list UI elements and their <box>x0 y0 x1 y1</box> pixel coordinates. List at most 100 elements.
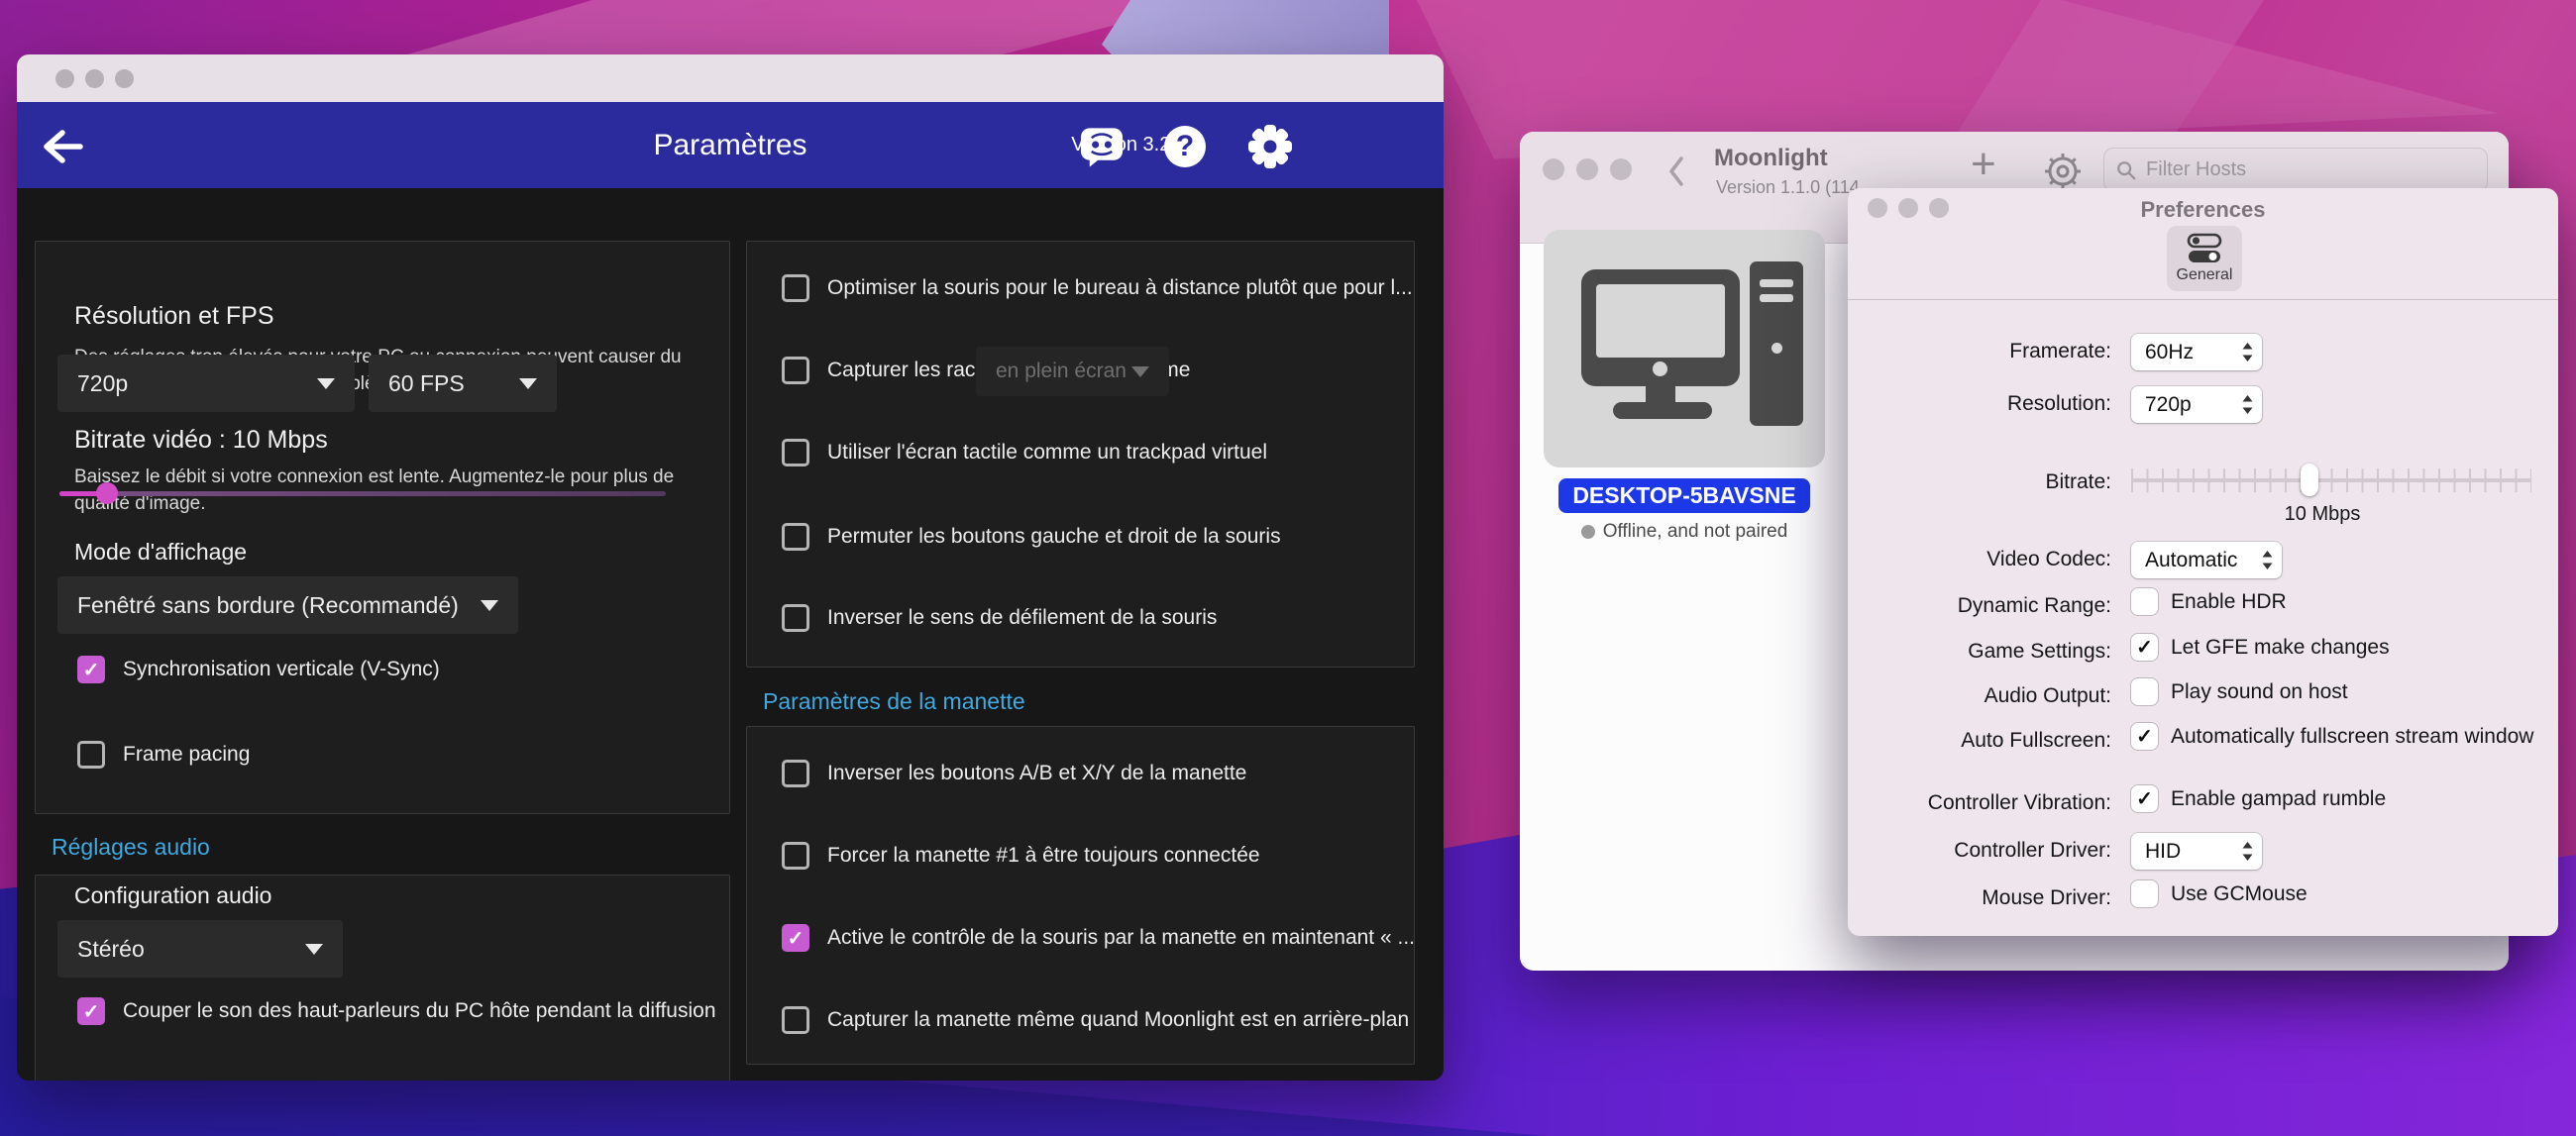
vsync-row[interactable]: Synchronisation verticale (V-Sync) <box>77 656 440 683</box>
bitrate-value-label: 10 Mbps <box>2253 503 2392 526</box>
input-row-0[interactable]: Optimiser la souris pour le bureau à dis… <box>782 274 1413 302</box>
controller-driver-label: Controller Driver: <box>1848 839 2111 863</box>
input-row-4[interactable]: Inverser le sens de défilement de la sou… <box>782 604 1217 632</box>
resolution-dropdown[interactable]: 720p <box>57 355 355 412</box>
frame-pacing-checkbox[interactable] <box>77 741 105 769</box>
settings-gear-button[interactable] <box>1247 124 1293 169</box>
auto-fullscreen-label: Auto Fullscreen: <box>1848 729 2111 753</box>
discord-button[interactable] <box>1079 124 1125 169</box>
mute-host-checkbox[interactable] <box>77 997 105 1025</box>
section-title-audio: Réglages audio <box>52 834 210 861</box>
optimize-mouse-checkbox[interactable] <box>782 274 809 302</box>
audio-config-dropdown[interactable]: Stéréo <box>57 920 343 978</box>
audio-output-row[interactable]: Play sound on host <box>2131 678 2348 705</box>
game-settings-label: Game Settings: <box>1848 640 2111 664</box>
mute-host-row[interactable]: Couper le son des haut-parleurs du PC hô… <box>77 997 716 1025</box>
frame-pacing-label: Frame pacing <box>123 743 250 767</box>
auto-fullscreen-checkbox[interactable] <box>2131 723 2158 750</box>
stepper-icon <box>2241 342 2254 362</box>
background-gamepad-checkbox[interactable] <box>782 1006 809 1034</box>
vsync-checkbox[interactable] <box>77 656 105 683</box>
stepper-icon <box>2241 394 2254 415</box>
dynamic-range-label: Dynamic Range: <box>1848 594 2111 618</box>
bitrate-description: Baissez le débit si votre connexion est … <box>74 464 728 517</box>
touchscreen-trackpad-checkbox[interactable] <box>782 439 809 466</box>
frame-pacing-row[interactable]: Frame pacing <box>77 741 250 769</box>
input-row-2[interactable]: Utiliser l'écran tactile comme un trackp… <box>782 439 1267 466</box>
dynamic-range-row[interactable]: Enable HDR <box>2131 588 2287 615</box>
gear-icon <box>2043 152 2083 191</box>
mouse-driver-row[interactable]: Use GCMouse <box>2131 880 2308 907</box>
audio-config-label: Configuration audio <box>74 882 271 909</box>
enable-hdr-checkbox[interactable] <box>2131 588 2158 615</box>
controller-vibration-row[interactable]: Enable gampad rumble <box>2131 785 2386 812</box>
gamepad-rumble-checkbox[interactable] <box>2131 785 2158 812</box>
game-settings-row[interactable]: Let GFE make changes <box>2131 634 2390 661</box>
host-tile[interactable]: DESKTOP-5BAVSNE Offline, and not paired <box>1544 230 1825 543</box>
bitrate-slider-track[interactable] <box>2131 478 2531 482</box>
toolbar-divider <box>1848 299 2558 300</box>
gamepad-row-0[interactable]: Inverser les boutons A/B et X/Y de la ma… <box>782 760 1246 787</box>
gamepad-row-3[interactable]: Capturer la manette même quand Moonlight… <box>782 1006 1409 1034</box>
framerate-popup[interactable]: 60Hz <box>2131 334 2262 370</box>
desktop: Paramètres Version 3.2.0 ? <box>0 0 2576 1136</box>
filter-hosts-field[interactable] <box>2103 148 2488 192</box>
bitrate-slider-handle[interactable] <box>2301 464 2318 496</box>
computer-icon[interactable] <box>1544 230 1825 467</box>
fps-dropdown[interactable]: 60 FPS <box>369 355 557 412</box>
tab-general-label: General <box>2177 266 2233 284</box>
gfe-checkbox[interactable] <box>2131 634 2158 661</box>
gamepad-row-1[interactable]: Forcer la manette #1 à être toujours con… <box>782 842 1260 870</box>
filter-hosts-input[interactable] <box>2144 157 2475 182</box>
page-title: Paramètres <box>17 129 1444 162</box>
window-title: Preferences <box>1848 197 2558 223</box>
back-button[interactable] <box>1666 155 1686 192</box>
mute-host-label: Couper le son des haut-parleurs du PC hô… <box>123 999 716 1023</box>
help-button[interactable]: ? <box>1162 124 1208 169</box>
gear-icon <box>1247 124 1293 169</box>
resolution-heading: Résolution et FPS <box>74 302 274 331</box>
close-button[interactable] <box>1543 158 1564 180</box>
settings-header: Paramètres Version 3.2.0 ? <box>17 102 1444 188</box>
bitrate-slider-track[interactable] <box>59 491 666 496</box>
preferences-window: Preferences General Framerate: 60Hz Reso… <box>1848 188 2558 936</box>
window-version: Version 1.1.0 (114 <box>1716 177 1860 198</box>
search-icon <box>2116 159 2136 181</box>
auto-fullscreen-row[interactable]: Automatically fullscreen stream window <box>2131 723 2533 750</box>
zoom-button[interactable] <box>115 69 134 88</box>
capture-shortcuts-checkbox[interactable] <box>782 357 809 384</box>
input-row-3[interactable]: Permuter les boutons gauche et droit de … <box>782 523 1281 551</box>
play-sound-host-checkbox[interactable] <box>2131 678 2158 705</box>
close-button[interactable] <box>55 69 74 88</box>
minimize-button[interactable] <box>85 69 104 88</box>
stepper-icon <box>2261 550 2274 570</box>
settings-window: Paramètres Version 3.2.0 ? <box>17 54 1444 1081</box>
toggle-switches-icon <box>2185 233 2224 264</box>
resolution-label: Resolution: <box>1848 392 2111 416</box>
gamepad-row-2[interactable]: Active le contrôle de la souris par la m… <box>782 924 1415 952</box>
swap-ab-xy-checkbox[interactable] <box>782 760 809 787</box>
tab-general[interactable]: General <box>2167 226 2242 291</box>
bitrate-heading: Bitrate vidéo : 10 Mbps <box>74 426 328 455</box>
display-mode-dropdown[interactable]: Fenêtré sans bordure (Recommandé) <box>57 576 518 634</box>
bitrate-slider-handle[interactable] <box>96 482 118 504</box>
video-codec-popup[interactable]: Automatic <box>2131 542 2282 578</box>
mouse-driver-label: Mouse Driver: <box>1848 886 2111 910</box>
force-gamepad1-checkbox[interactable] <box>782 842 809 870</box>
invert-scroll-checkbox[interactable] <box>782 604 809 632</box>
gcmouse-checkbox[interactable] <box>2131 880 2158 907</box>
resolution-popup[interactable]: 720p <box>2131 386 2262 423</box>
add-host-button[interactable]: + <box>1971 140 1996 189</box>
display-mode-label: Mode d'affichage <box>74 539 247 566</box>
controller-vibration-label: Controller Vibration: <box>1848 791 2111 815</box>
gamepad-mouse-mode-checkbox[interactable] <box>782 924 809 952</box>
chevron-left-icon <box>1666 155 1686 187</box>
zoom-button[interactable] <box>1610 158 1632 180</box>
controller-driver-popup[interactable]: HID <box>2131 833 2262 870</box>
bitrate-label: Bitrate: <box>1848 470 2111 494</box>
capture-shortcuts-mode-dropdown: en plein écran <box>976 347 1169 396</box>
swap-mouse-buttons-checkbox[interactable] <box>782 523 809 551</box>
minimize-button[interactable] <box>1576 158 1598 180</box>
host-name-label[interactable]: DESKTOP-5BAVSNE <box>1558 478 1809 513</box>
audio-output-label: Audio Output: <box>1848 684 2111 708</box>
